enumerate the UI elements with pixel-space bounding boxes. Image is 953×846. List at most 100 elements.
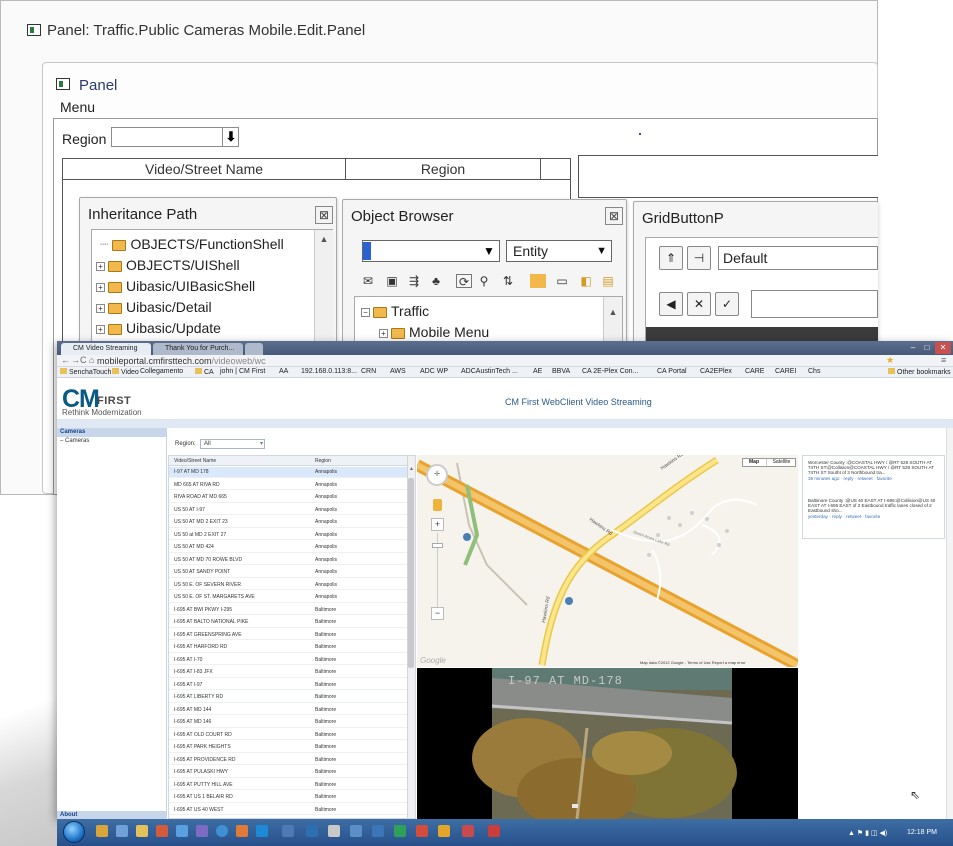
bookmark[interactable]: ADC WP [420,368,448,375]
reload-icon[interactable]: C [80,355,87,365]
taskbar-app-icon[interactable] [394,825,406,837]
table-row[interactable]: I-695 AT BWI PKWY I-295 Baltimore [169,605,408,616]
map-attribution[interactable]: Map data ©2012 Google - Terms of Use Rep… [640,660,746,665]
feed-item-meta[interactable]: yesterday · reply · retweet · favorite [808,514,941,519]
maximize-icon[interactable]: □ [921,342,933,354]
bookmark[interactable]: AWS [390,368,406,375]
table-row[interactable]: I-695 AT BALTO NATIONAL PIKE Baltimore [169,617,408,628]
feed-item[interactable]: Worcester County :@COASTAL HWY / @RT 528… [808,460,941,481]
zoom-slider-thumb[interactable] [432,543,443,548]
region-input[interactable] [111,127,239,147]
message-icon[interactable]: ✉ [360,274,376,288]
chrome-icon[interactable] [488,825,500,837]
system-tray[interactable]: ▲ ⚑ ▮ ◫ ◀) [848,829,887,837]
menu-icon[interactable]: ≡ [941,355,946,365]
table-row[interactable]: I-695 AT OLD COURT RD Baltimore [169,730,408,741]
previous-icon[interactable]: ◀ [659,292,683,316]
taskbar-app-icon[interactable] [350,825,362,837]
feed-item[interactable]: Baltimore County :@US 40 EAST AT I-695:@… [808,498,941,519]
table-row[interactable]: I-695 AT US 1 BELAIR RD Baltimore [169,792,408,803]
feed-item-meta[interactable]: 39 minutes ago · reply · retweet · favor… [808,476,941,481]
table-row[interactable]: I-695 AT LIBERTY RD Baltimore [169,692,408,703]
bookmark[interactable]: CA [195,368,214,376]
taskbar-app-icon[interactable] [176,825,188,837]
type-combo[interactable]: Entity ▼ [506,240,612,262]
minimize-icon[interactable]: – [907,342,919,354]
start-button[interactable] [63,821,85,843]
forward-icon[interactable]: → [71,355,80,365]
table-row[interactable]: US 50 AT MD 70 ROWE BLVD Annapolis [169,555,408,566]
camera-video[interactable] [417,668,798,819]
other-bookmarks[interactable]: Other bookmarks [888,368,951,376]
gridbutton-text-field[interactable] [751,290,878,318]
zoom-out-icon[interactable]: − [431,607,444,620]
taskbar-app-icon[interactable] [282,825,294,837]
new-tab-button[interactable] [245,343,263,355]
table-row[interactable]: I-695 AT PROVIDENCE RD Baltimore [169,755,408,766]
taskbar-app-icon[interactable] [306,825,318,837]
close-icon[interactable]: ⊠ [605,207,623,225]
taskbar-app-icon[interactable] [438,825,450,837]
url-field[interactable]: mobileportal.cmfirsttech.com/videoweb/wc [97,356,266,366]
table-row[interactable]: I-695 AT US 40 WEST Baltimore [169,805,408,816]
taskbar-app-icon[interactable] [372,825,384,837]
combo-arrow-icon[interactable]: ▼ [596,241,607,261]
tab-thank-you[interactable]: Thank You for Purch... [153,343,243,355]
field-icon[interactable]: ▭ [554,274,570,288]
folder-icon[interactable] [530,274,546,288]
bookmark[interactable]: SenchaTouch [60,368,111,376]
collapse-icon[interactable]: − [361,307,370,317]
bookmark[interactable]: ADCAustinTech ... [461,368,518,375]
bookmark[interactable]: 192.168.0.113:8... [301,368,357,375]
bookmark[interactable]: Collegamento [140,368,183,375]
scroll-up-icon[interactable]: ▲ [315,234,333,244]
sort-icon[interactable]: ⇅ [500,274,516,288]
column-region[interactable]: Region [315,458,331,464]
table-row[interactable]: I-97 AT MD 178 Annapolis [169,467,408,478]
camera-grid-scrollbar[interactable]: ▲ [407,456,415,818]
table-row[interactable]: US 50 AT MD 2 EXIT 23 Annapolis [169,517,408,528]
page-scrollbar[interactable] [946,428,953,819]
taskbar-app-icon[interactable] [96,825,108,837]
close-window-icon[interactable]: ✕ [935,342,951,354]
table-row[interactable]: US 50 AT I-97 Annapolis [169,505,408,516]
nav-header-cameras[interactable]: Cameras [57,428,167,437]
default-field[interactable]: Default [718,246,878,270]
table-row[interactable]: RIVA ROAD AT MD 665 Annapolis [169,492,408,503]
table-row[interactable]: I-695 AT PULASKI HWY Baltimore [169,767,408,778]
taskbar-app-icon[interactable] [116,825,128,837]
map-view[interactable]: Hawkins Rd Hawkins Rd Green Acres Lake R… [417,455,798,667]
tree-item-traffic[interactable]: − Traffic [361,303,429,323]
table-row[interactable]: I-695 AT I-83 JFX Baltimore [169,667,408,678]
taskbar-app-icon[interactable] [462,825,474,837]
pan-control-icon[interactable]: ✛ [426,464,448,486]
taskbar-clock[interactable]: 12:18 PM [907,829,937,836]
table-row[interactable]: US 50 at MD 2 EXIT 27 Annapolis [169,530,408,541]
scroll-up-icon[interactable]: ▲ [604,307,622,317]
bookmark[interactable]: CRN [361,368,376,375]
tree-item[interactable]: ┈ OBJECTS/FunctionShell [100,236,284,256]
bookmark[interactable]: AE [533,368,542,375]
bookmark[interactable]: CA 2E-Plex Con... [582,368,638,375]
table-row[interactable]: I-695 AT GREENSPRING AVE Baltimore [169,630,408,641]
home-icon[interactable]: ⌂ [89,355,94,365]
table-row[interactable]: I-695 AT PARK HEIGHTS Baltimore [169,742,408,753]
tree-item[interactable]: + Uibasic/UIBasicShell [96,278,255,298]
taskbar-app-icon[interactable] [216,825,228,837]
region-filter-select[interactable]: All [200,439,265,449]
bookmark[interactable]: Video [112,368,139,376]
taskbar-app-icon[interactable] [416,825,428,837]
star-icon[interactable]: ★ [886,355,894,366]
up-level-icon[interactable]: ⇑ [659,246,683,270]
expand-icon[interactable]: + [96,261,105,271]
table-row[interactable]: I-695 AT I-97 Baltimore [169,680,408,691]
expand-icon[interactable]: + [96,303,105,313]
refresh-icon[interactable]: ⟳ [456,274,472,289]
confirm-icon[interactable]: ✓ [715,292,739,316]
close-icon[interactable]: ⊠ [315,206,333,224]
picture-icon[interactable]: ▣ [384,274,400,288]
back-icon[interactable]: ← [61,355,70,365]
satellite-button[interactable]: Satellite [766,459,796,466]
table-row[interactable]: US 50 AT MD 424 Annapolis [169,542,408,553]
region-dropdown-arrow-icon[interactable]: ⬇ [222,127,239,147]
